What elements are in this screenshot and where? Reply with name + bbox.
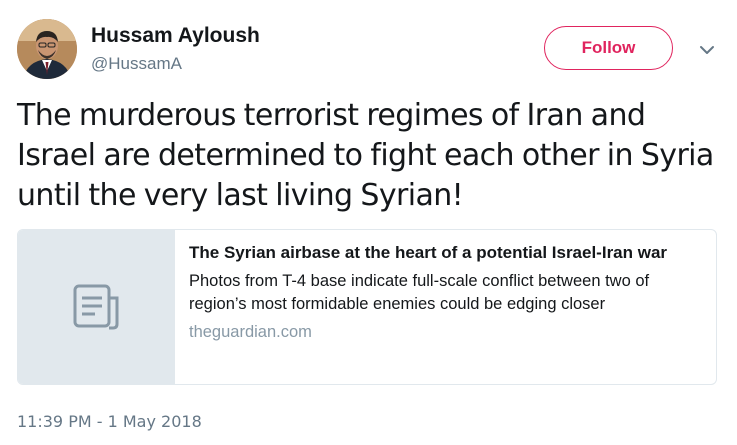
- user-handle[interactable]: @HussamA: [91, 54, 182, 74]
- link-card[interactable]: The Syrian airbase at the heart of a pot…: [17, 229, 717, 385]
- display-name[interactable]: Hussam Ayloush: [91, 24, 260, 48]
- card-domain: theguardian.com: [189, 323, 312, 341]
- chevron-down-icon[interactable]: [697, 40, 717, 60]
- follow-button[interactable]: Follow: [544, 26, 673, 70]
- avatar[interactable]: [17, 19, 77, 79]
- card-title: The Syrian airbase at the heart of a pot…: [189, 243, 668, 262]
- avatar-photo: [17, 19, 77, 79]
- tweet: Hussam Ayloush @HussamA Follow The murde…: [0, 0, 737, 445]
- card-thumbnail: [18, 230, 175, 384]
- document-icon: [73, 284, 118, 330]
- card-description: Photos from T-4 base indicate full-scale…: [189, 272, 650, 313]
- card-body: The Syrian airbase at the heart of a pot…: [175, 230, 716, 384]
- timestamp[interactable]: 11:39 PM - 1 May 2018: [17, 412, 202, 431]
- tweet-text: The murderous terrorist regimes of Iran …: [17, 98, 714, 213]
